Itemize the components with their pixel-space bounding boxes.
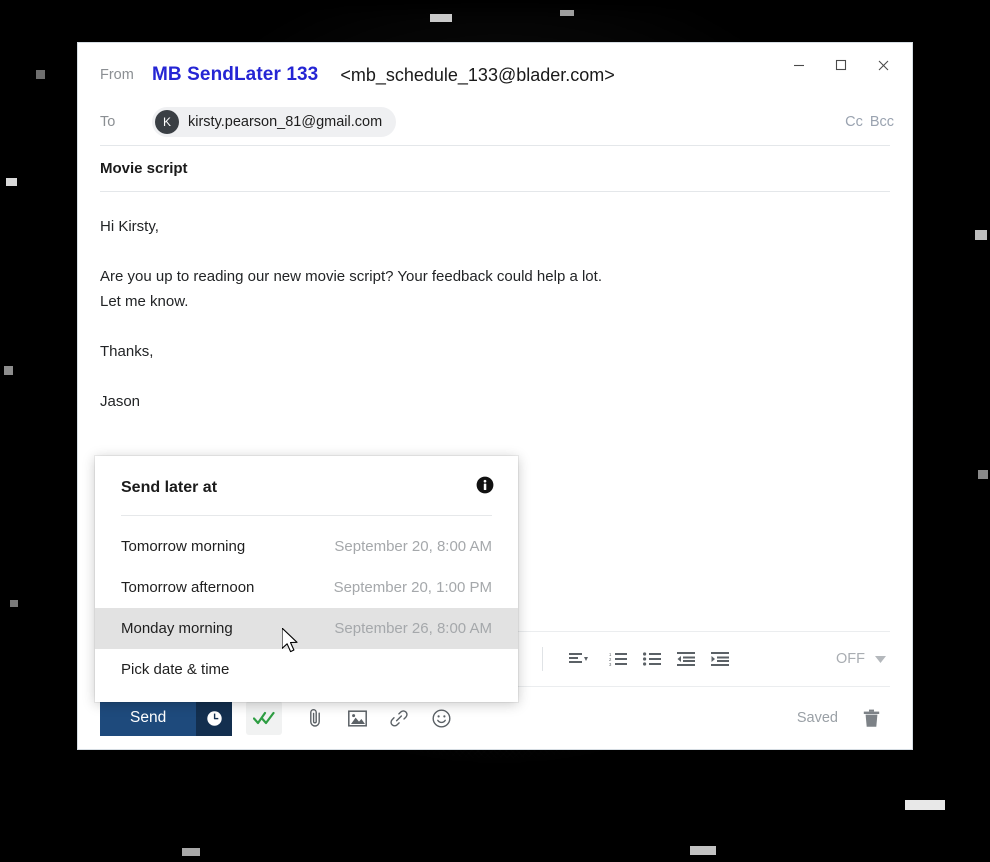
schedule-option-monday-morning[interactable]: Monday morning September 26, 8:00 AM — [95, 608, 518, 649]
cc-button[interactable]: Cc — [845, 114, 863, 130]
body-closing: Thanks, — [100, 343, 154, 360]
maximize-icon — [835, 59, 847, 71]
numbered-list-button[interactable]: 1 2 3 — [601, 642, 635, 676]
increase-indent-button[interactable] — [703, 642, 737, 676]
bcc-button[interactable]: Bcc — [870, 114, 894, 130]
close-icon — [878, 60, 888, 70]
schedule-option-label: Tomorrow afternoon — [121, 579, 255, 596]
body-greeting: Hi Kirsty, — [100, 218, 159, 235]
to-row[interactable]: To K kirsty.pearson_81@gmail.com Cc Bcc — [78, 99, 912, 145]
bullet-list-icon — [643, 652, 661, 666]
discard-draft-button[interactable] — [856, 703, 886, 733]
send-later-bottom-spacer — [95, 690, 518, 702]
toolbar-divider — [542, 647, 543, 671]
recipient-chip[interactable]: K kirsty.pearson_81@gmail.com — [152, 107, 397, 137]
close-button[interactable] — [862, 49, 904, 81]
schedule-option-date: September 20, 1:00 PM — [333, 579, 492, 596]
format-buttons: 1 2 3 — [555, 642, 737, 676]
avatar: K — [155, 110, 179, 134]
saved-status: Saved — [796, 710, 838, 726]
send-button[interactable]: Send — [100, 700, 197, 736]
align-button[interactable] — [555, 642, 601, 676]
maximize-button[interactable] — [820, 49, 862, 81]
increase-indent-icon — [711, 652, 729, 666]
link-icon — [390, 709, 408, 727]
send-later-dropdown: Send later at Tomorrow morning September… — [95, 456, 518, 702]
schedule-option-pick-date-time[interactable]: Pick date & time — [95, 649, 518, 690]
schedule-option-tomorrow-afternoon[interactable]: Tomorrow afternoon September 20, 1:00 PM — [95, 567, 518, 608]
decrease-indent-icon — [677, 652, 695, 666]
schedule-option-label: Pick date & time — [121, 661, 230, 678]
from-email-address: <mb_schedule_133@blader.com> — [340, 64, 615, 85]
paperclip-icon — [309, 709, 320, 727]
attach-file-button[interactable] — [300, 703, 330, 733]
schedule-option-label: Monday morning — [121, 620, 233, 637]
schedule-option-date: September 20, 8:00 AM — [334, 538, 492, 555]
insert-image-button[interactable] — [342, 703, 372, 733]
send-button-group: Send — [100, 700, 233, 736]
body-paragraph-2: Let me know. — [100, 293, 189, 310]
send-later-button[interactable] — [196, 700, 233, 736]
decrease-indent-button[interactable] — [669, 642, 703, 676]
insert-emoji-button[interactable] — [426, 703, 456, 733]
subject-row[interactable]: Movie script — [78, 146, 912, 191]
chevron-down-icon — [875, 655, 886, 663]
schedule-option-label: Tomorrow morning — [121, 538, 246, 555]
from-display-name[interactable]: MB SendLater 133 — [152, 64, 318, 86]
trash-icon — [863, 709, 879, 727]
double-check-icon — [253, 711, 275, 725]
from-label: From — [100, 67, 134, 83]
from-row: From MB SendLater 133 <mb_schedule_133@b… — [78, 43, 912, 99]
schedule-option-tomorrow-morning[interactable]: Tomorrow morning September 20, 8:00 AM — [95, 526, 518, 567]
send-later-title: Send later at — [121, 478, 218, 496]
body-signature: Jason — [100, 393, 141, 410]
right-actions: Saved — [797, 703, 890, 733]
send-later-top-spacer — [95, 516, 518, 526]
schedule-option-date: September 26, 8:00 AM — [334, 620, 492, 637]
to-label: To — [100, 114, 116, 130]
subject-input[interactable]: Movie script — [100, 160, 188, 177]
svg-text:3: 3 — [609, 662, 612, 666]
insert-link-button[interactable] — [384, 703, 414, 733]
align-left-icon — [568, 653, 588, 663]
minimize-icon — [794, 64, 804, 67]
numbered-list-icon: 1 2 3 — [609, 652, 627, 666]
read-receipt-button[interactable] — [246, 701, 283, 735]
minimize-button[interactable] — [778, 49, 820, 81]
image-icon — [347, 709, 367, 727]
attachment-tools — [300, 703, 456, 733]
window-controls — [778, 49, 904, 81]
info-button[interactable] — [476, 476, 494, 499]
emoji-icon — [432, 708, 451, 728]
off-label: OFF — [836, 651, 865, 667]
body-paragraph-1: Are you up to reading our new movie scri… — [100, 268, 602, 285]
tracking-toggle[interactable]: OFF — [836, 651, 890, 667]
send-later-header: Send later at — [95, 456, 518, 515]
bullet-list-button[interactable] — [635, 642, 669, 676]
recipient-email: kirsty.pearson_81@gmail.com — [188, 114, 383, 130]
info-icon — [476, 476, 494, 494]
clock-icon — [207, 710, 222, 726]
cc-bcc-group: Cc Bcc — [845, 114, 894, 130]
